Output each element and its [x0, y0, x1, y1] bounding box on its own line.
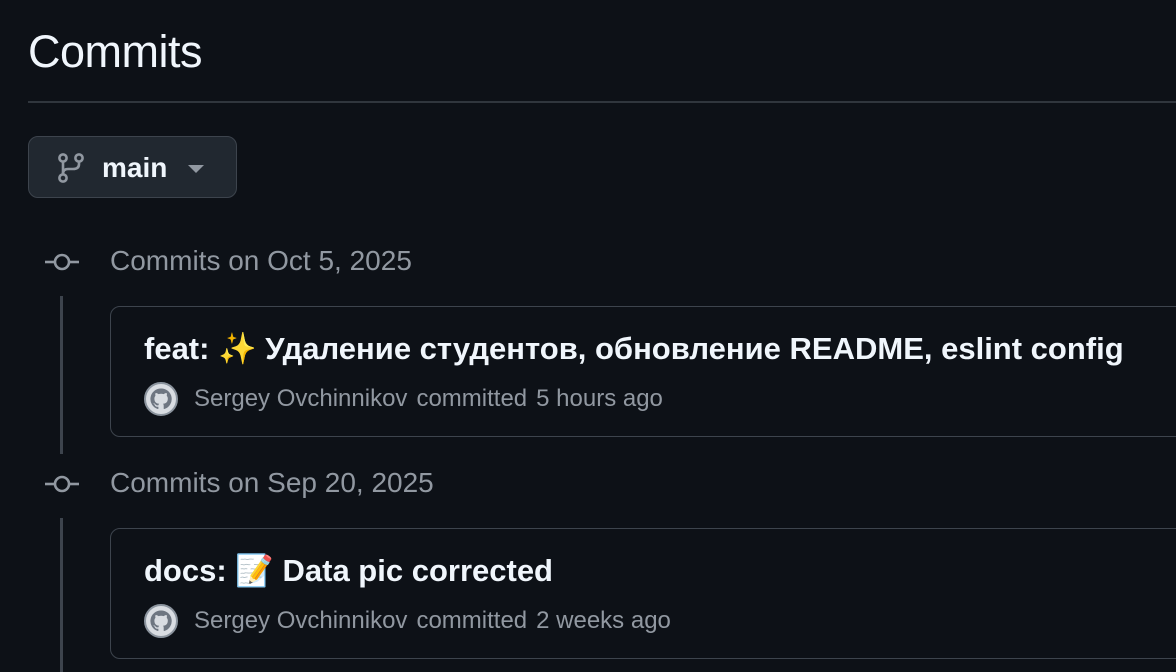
commit-card: docs: 📝 Data pic corrected Sergey Ovchin… — [110, 528, 1176, 659]
page-title: Commits — [28, 26, 203, 77]
commit-group-heading: Commits on Oct 5, 2025 — [110, 245, 412, 276]
commit-action: committed — [416, 385, 528, 412]
branch-selector-button[interactable]: main — [28, 136, 237, 198]
avatar[interactable] — [144, 382, 178, 416]
commit-action: committed — [416, 607, 528, 634]
commit-card: feat: ✨ Удаление студентов, обновление R… — [110, 306, 1176, 437]
avatar[interactable] — [144, 604, 178, 638]
commit-message-link[interactable]: feat: ✨ Удаление студентов, обновление R… — [144, 330, 1124, 368]
title-divider — [28, 101, 1176, 103]
caret-down-icon — [188, 165, 204, 173]
commit-meta: Sergey Ovchinnikov committed 5 hours ago — [144, 381, 663, 417]
timeline-line — [60, 296, 63, 454]
timeline-line — [60, 518, 63, 672]
git-branch-icon — [58, 153, 84, 183]
commit-meta: Sergey Ovchinnikov committed 2 weeks ago — [144, 603, 671, 639]
git-commit-icon — [45, 253, 79, 271]
author-link[interactable]: Sergey Ovchinnikov — [194, 607, 407, 635]
commit-message-link[interactable]: docs: 📝 Data pic corrected — [144, 552, 553, 590]
github-octocat-icon — [150, 610, 172, 632]
author-link[interactable]: Sergey Ovchinnikov — [194, 385, 407, 413]
commit-time: 5 hours ago — [536, 385, 663, 412]
commit-time: 2 weeks ago — [536, 607, 671, 634]
commit-group-heading: Commits on Sep 20, 2025 — [110, 467, 434, 498]
git-commit-icon — [45, 475, 79, 493]
branch-name: main — [102, 152, 168, 183]
github-octocat-icon — [150, 388, 172, 410]
commits-page: Commits main Commits on Oct 5, 2025 feat… — [0, 0, 1176, 672]
